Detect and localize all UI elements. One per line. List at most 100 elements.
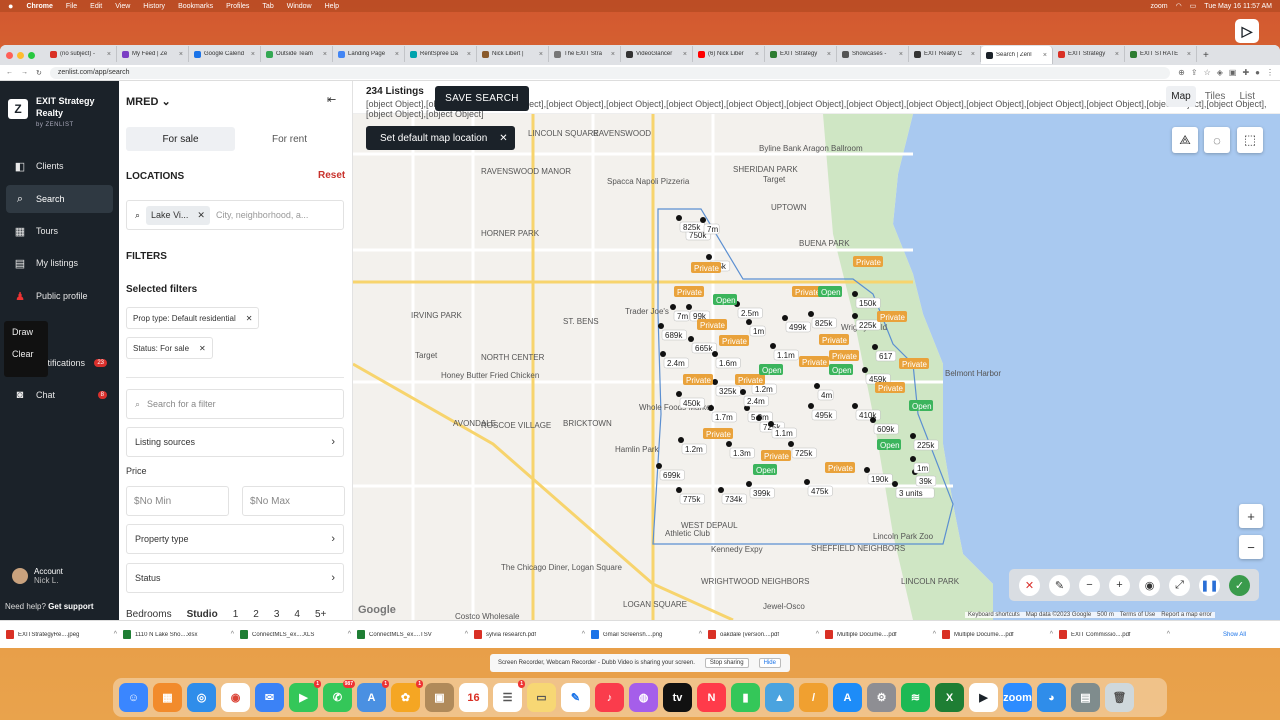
listing-dot[interactable] (656, 463, 662, 469)
share-icon[interactable]: ⇪ (1191, 68, 1198, 77)
close-tab-icon[interactable]: × (971, 51, 975, 58)
dock-app-icon[interactable]: N (697, 683, 726, 712)
view-map-tab[interactable]: Map (1166, 86, 1196, 107)
dock-app-icon[interactable]: 16 (459, 683, 488, 712)
listing-dot[interactable] (814, 383, 820, 389)
dock-app-icon[interactable]: ✉ (255, 683, 284, 712)
dock-app-icon[interactable]: ▣ (425, 683, 454, 712)
listing-dot[interactable] (804, 479, 810, 485)
draw-option[interactable]: Draw (4, 321, 48, 343)
zoom-status[interactable]: zoom (1150, 3, 1167, 10)
bed-option[interactable]: 2 (253, 609, 259, 620)
close-tab-icon[interactable]: × (1043, 52, 1047, 59)
menu-view[interactable]: View (115, 3, 130, 10)
bed-option[interactable]: 1 (233, 609, 239, 620)
tab-11[interactable]: Showcases - × (837, 46, 909, 62)
dock-app-icon[interactable]: zoom (1003, 683, 1032, 712)
chevron-up-icon[interactable]: ^ (465, 631, 468, 638)
close-tab-icon[interactable]: × (323, 51, 327, 58)
for-sale-toggle[interactable]: For sale (126, 127, 235, 151)
map-area[interactable]: LINCOLN SQUARE RAVENSWOOD RAVENSWOOD MANOR… (353, 81, 1280, 620)
dock-app-icon[interactable]: ≋ (901, 683, 930, 712)
profile-avatar-icon[interactable]: ● (1255, 68, 1260, 77)
menu-history[interactable]: History (143, 3, 165, 10)
close-tab-icon[interactable]: × (467, 51, 471, 58)
close-tab-icon[interactable]: × (251, 51, 255, 58)
listing-dot[interactable] (678, 437, 684, 443)
extension-icon[interactable]: ▣ (1229, 68, 1237, 77)
listing-dot[interactable] (782, 315, 788, 321)
dock-app-icon[interactable]: ✿ 1 (391, 680, 423, 712)
save-search-button[interactable]: SAVE SEARCH (435, 86, 529, 111)
menu-file[interactable]: File (66, 3, 77, 10)
listing-dot[interactable] (910, 456, 916, 462)
tab-0[interactable]: (no subject) - × (45, 46, 117, 62)
close-tab-icon[interactable]: × (755, 51, 759, 58)
download-item[interactable]: Gmail Screensh....png ^ (591, 630, 708, 639)
close-tab-icon[interactable]: × (179, 51, 183, 58)
camera-icon[interactable]: ◉ (1139, 574, 1160, 596)
listing-dot[interactable] (686, 304, 692, 310)
listing-dot[interactable] (862, 367, 868, 373)
address-bar[interactable]: zenlist.com/app/search (49, 66, 1171, 79)
dock-app-icon[interactable]: ◍ (629, 683, 658, 712)
listing-dot[interactable] (808, 311, 814, 317)
close-tab-icon[interactable]: × (1115, 51, 1119, 58)
dock-app-icon[interactable]: ▲ (765, 683, 794, 712)
dock-app-icon[interactable]: ▶ (969, 683, 998, 712)
tab-6[interactable]: Nick Libert | × (477, 46, 549, 62)
listing-dot[interactable] (864, 467, 870, 473)
listing-dot[interactable] (688, 336, 694, 342)
dock-app-icon[interactable]: X (935, 683, 964, 712)
price-min-input[interactable]: $ No Min (126, 486, 229, 516)
close-icon[interactable]: ✕ (197, 210, 205, 221)
listing-dot[interactable] (740, 389, 746, 395)
apple-icon[interactable]: ● (8, 1, 13, 11)
tab-10[interactable]: EXIT Strategy × (765, 46, 837, 62)
new-tab-icon[interactable]: + (1203, 50, 1209, 61)
dock-app-icon[interactable]: / (799, 683, 828, 712)
nav-item-tours[interactable]: ▦ Tours (6, 217, 113, 245)
nav-item-chat[interactable]: ◙ Chat 8 (6, 381, 113, 409)
reset-button[interactable]: Reset (318, 170, 345, 181)
chevron-up-icon[interactable]: ^ (114, 631, 117, 638)
listing-dot[interactable] (746, 319, 752, 325)
menubar-datetime[interactable]: Tue May 16 11:57 AM (1204, 3, 1272, 10)
location-input[interactable]: ⌕ Lake Vi... ✕ City, neighborhood, a... (126, 200, 344, 230)
download-item[interactable]: EXITStrategyRe....jpeg ^ (6, 630, 123, 639)
download-item[interactable]: Multiple Docume....pdf ^ (825, 630, 942, 639)
price-max-input[interactable]: $ No Max (242, 486, 345, 516)
nav-item-public-profile[interactable]: ♟ Public profile (6, 282, 113, 310)
close-window-icon[interactable] (6, 51, 13, 59)
listing-dot[interactable] (788, 441, 794, 447)
view-tiles-tab[interactable]: Tiles (1200, 86, 1231, 107)
nav-item-my-listings[interactable]: ▤ My listings (6, 249, 113, 277)
puzzle-icon[interactable]: ✚ (1242, 68, 1249, 77)
close-icon[interactable]: ✕ (199, 344, 206, 353)
listing-sources-accordion[interactable]: Listing sources › (126, 427, 344, 457)
bed-option-studio[interactable]: Studio (187, 609, 218, 620)
set-default-location-button[interactable]: Set default map location ✕ (366, 126, 515, 150)
menu-window[interactable]: Window (287, 3, 312, 10)
tab-12[interactable]: EXIT Realty C × (909, 46, 981, 62)
report-error-link[interactable]: Report a map error (1161, 612, 1212, 618)
listing-dot[interactable] (676, 487, 682, 493)
nav-item-search[interactable]: ⌕ Search (6, 185, 113, 213)
expand-icon[interactable]: ⤢ (1169, 574, 1190, 596)
listing-dot[interactable] (872, 344, 878, 350)
chevron-up-icon[interactable]: ^ (348, 631, 351, 638)
chevron-up-icon[interactable]: ^ (816, 631, 819, 638)
listing-dot[interactable] (718, 487, 724, 493)
dock-app-icon[interactable]: ☺ (119, 683, 148, 712)
chevron-up-icon[interactable]: ^ (1167, 631, 1170, 638)
stop-sharing-button[interactable]: Stop sharing (704, 658, 749, 668)
dock-app-icon[interactable]: tv (663, 683, 692, 712)
chevron-up-icon[interactable]: ^ (582, 631, 585, 638)
zoom-out-icon[interactable]: − (1239, 535, 1263, 559)
chevron-up-icon[interactable]: ^ (1050, 631, 1053, 638)
menu-edit[interactable]: Edit (90, 3, 102, 10)
listing-dot[interactable] (852, 403, 858, 409)
chevron-up-icon[interactable]: ^ (231, 631, 234, 638)
download-item[interactable]: EXIT Commissio....pdf ^ (1059, 630, 1176, 639)
chevron-up-icon[interactable]: ^ (933, 631, 936, 638)
